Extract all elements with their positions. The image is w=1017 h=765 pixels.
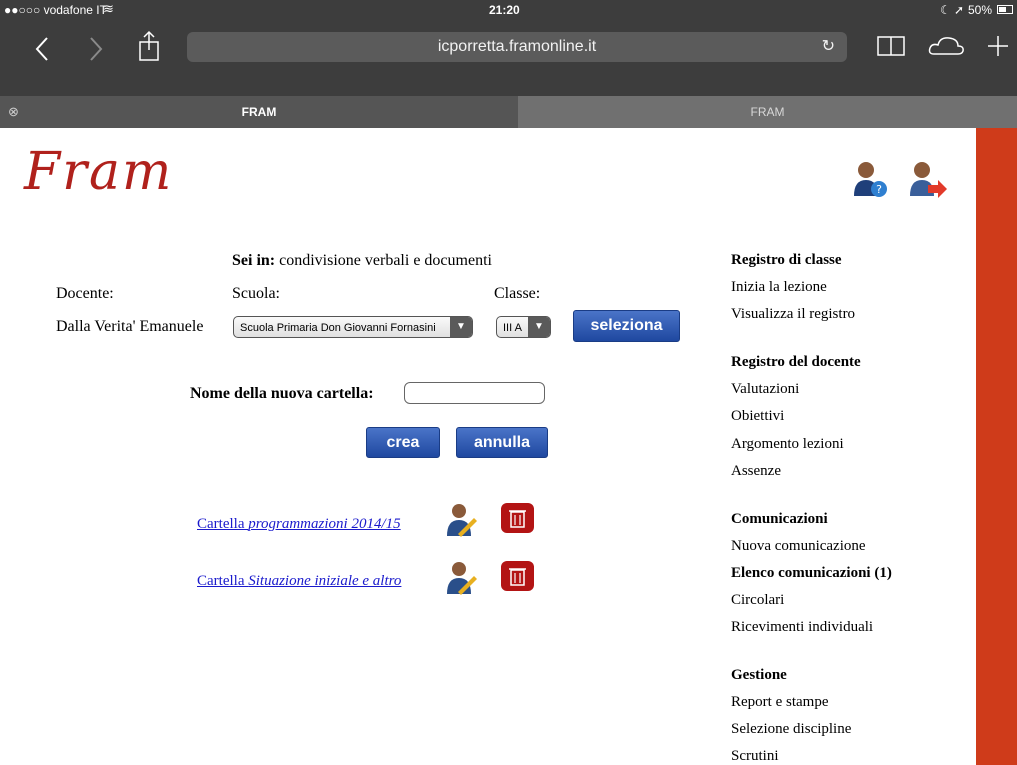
menu-heading-registro-classe: Registro di classe	[731, 252, 842, 268]
menu-item-scrutini[interactable]: Scrutini	[731, 748, 779, 765]
url-text: icporretta.framonline.it	[437, 38, 597, 55]
menu-item-report-stampe[interactable]: Report e stampe	[731, 694, 828, 711]
tab-fram-active[interactable]: ⊗ FRAM	[0, 96, 518, 128]
forward-icon[interactable]	[88, 36, 104, 62]
url-bar[interactable]: icporretta.framonline.it ↻	[187, 32, 847, 62]
menu-item-nuova-comunicazione[interactable]: Nuova comunicazione	[731, 538, 866, 555]
seleziona-button[interactable]: seleziona	[573, 310, 680, 342]
wifi-icon: ≋	[103, 1, 114, 16]
menu-item-obiettivi[interactable]: Obiettivi	[731, 408, 784, 425]
scuola-selected-value: Scuola Primaria Don Giovanni Fornasini	[240, 322, 436, 334]
folder-link-situazione[interactable]: Cartella Situazione iniziale e altro	[197, 573, 401, 589]
chevron-down-icon: ▼	[450, 317, 472, 337]
classe-label: Classe:	[494, 285, 541, 302]
menu-item-valutazioni[interactable]: Valutazioni	[731, 381, 799, 398]
classe-select[interactable]: III A ▼	[496, 316, 551, 338]
tab-fram-inactive[interactable]: FRAM	[518, 96, 1017, 128]
scuola-select[interactable]: Scuola Primaria Don Giovanni Fornasini ▼	[233, 316, 473, 338]
moon-icon: ☾	[940, 3, 951, 17]
share-icon[interactable]	[137, 30, 161, 62]
delete-folder-icon[interactable]	[500, 560, 536, 594]
menu-item-selezione-discipline[interactable]: Selezione discipline	[731, 721, 851, 738]
reload-icon[interactable]: ↻	[822, 32, 835, 62]
folder-link-programmazioni[interactable]: Cartella programmazioni 2014/15	[197, 516, 401, 532]
cloud-tabs-icon[interactable]	[928, 34, 966, 58]
docente-name: Dalla Verita' Emanuele	[56, 318, 204, 335]
menu-heading-gestione: Gestione	[731, 667, 787, 683]
menu-item-argomento-lezioni[interactable]: Argomento lezioni	[731, 436, 844, 453]
svg-text:?: ?	[876, 183, 882, 196]
menu-heading-comunicazioni: Comunicazioni	[731, 511, 828, 527]
menu-item-circolari[interactable]: Circolari	[731, 592, 784, 609]
menu-item-ricevimenti-individuali[interactable]: Ricevimenti individuali	[731, 619, 873, 636]
folder-list-item: Cartella programmazioni 2014/15	[197, 515, 401, 533]
classe-selected-value: III A	[503, 322, 522, 334]
scuola-label: Scuola:	[232, 285, 280, 302]
folder-name-label: Nome della nuova cartella:	[190, 385, 374, 402]
battery-percent: 50%	[968, 3, 993, 17]
annulla-button[interactable]: annulla	[456, 427, 548, 458]
edit-user-icon[interactable]	[444, 502, 478, 538]
location-value: condivisione verbali e documenti	[279, 252, 492, 269]
menu-item-visualizza-registro[interactable]: Visualizza il registro	[731, 306, 855, 323]
carrier-label: ●●○○○ vodafone IT	[4, 3, 107, 17]
clock-label: 21:20	[489, 3, 520, 17]
edit-user-icon[interactable]	[444, 560, 478, 596]
chevron-down-icon: ▼	[528, 317, 550, 337]
logout-icon[interactable]	[908, 160, 948, 198]
menu-item-inizia-lezione[interactable]: Inizia la lezione	[731, 279, 827, 296]
browser-toolbar: icporretta.framonline.it ↻	[0, 22, 1017, 96]
decorative-side-bar	[976, 128, 1017, 765]
status-bar: ●●○○○ vodafone IT ≋ 21:20 ☾ ➚ 50%	[0, 0, 1017, 22]
menu-heading-registro-docente: Registro del docente	[731, 354, 861, 370]
menu-item-elenco-comunicazioni[interactable]: Elenco comunicazioni (1)	[731, 565, 892, 582]
folder-list-item: Cartella Situazione iniziale e altro	[197, 572, 401, 590]
tab-label: FRAM	[750, 105, 785, 119]
tab-bar: ⊗ FRAM FRAM	[0, 96, 1017, 128]
delete-folder-icon[interactable]	[500, 502, 536, 536]
menu-item-assenze[interactable]: Assenze	[731, 463, 781, 480]
location-arrow-icon: ➚	[954, 3, 965, 17]
docente-label: Docente:	[56, 285, 114, 302]
crea-button[interactable]: crea	[366, 427, 440, 458]
battery-icon	[997, 5, 1013, 14]
new-tab-icon[interactable]	[986, 34, 1010, 58]
tab-label: FRAM	[241, 105, 277, 119]
back-icon[interactable]	[34, 36, 50, 62]
user-help-icon[interactable]: ?	[852, 160, 888, 198]
folder-name-input[interactable]	[404, 382, 545, 404]
fram-logo: Fram	[24, 142, 174, 202]
bookmarks-icon[interactable]	[876, 34, 906, 58]
close-tab-icon[interactable]: ⊗	[8, 96, 19, 128]
location-label: Sei in:	[232, 252, 276, 269]
location-breadcrumb: Sei in: condivisione verbali e documenti	[232, 252, 492, 270]
